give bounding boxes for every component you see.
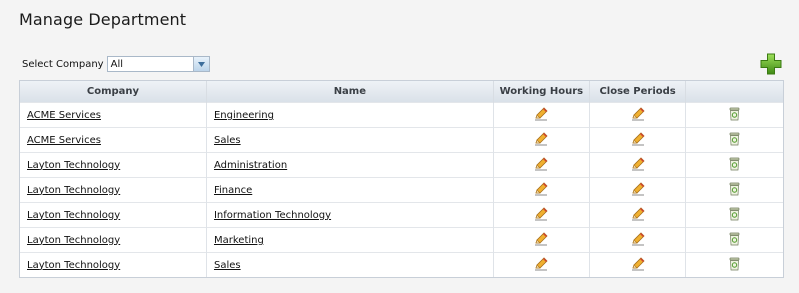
company-cell: Layton Technology xyxy=(20,252,207,277)
close-periods-cell xyxy=(589,202,687,228)
working-hours-cell xyxy=(493,227,590,253)
department-name-link[interactable]: Sales xyxy=(214,135,241,146)
actions-cell xyxy=(685,202,783,228)
company-link[interactable]: Layton Technology xyxy=(27,185,120,196)
company-filter: Select Company All xyxy=(22,56,210,72)
company-link[interactable]: ACME Services xyxy=(27,110,101,121)
working-hours-cell xyxy=(493,177,590,203)
add-plus-icon xyxy=(760,53,782,75)
table-row: ACME Services Sales xyxy=(20,127,783,153)
header-actions xyxy=(686,81,783,103)
edit-close-periods-icon[interactable] xyxy=(631,106,645,124)
department-name-link[interactable]: Information Technology xyxy=(214,210,331,221)
actions-cell xyxy=(685,152,783,178)
actions-cell xyxy=(685,102,783,128)
delete-trash-icon[interactable] xyxy=(729,232,740,249)
delete-trash-icon[interactable] xyxy=(729,157,740,174)
edit-close-periods-icon[interactable] xyxy=(631,231,645,249)
name-cell: Marketing xyxy=(206,227,494,253)
working-hours-cell xyxy=(493,152,590,178)
edit-working-hours-icon[interactable] xyxy=(534,231,548,249)
company-cell: Layton Technology xyxy=(20,227,207,253)
name-cell: Finance xyxy=(206,177,494,203)
actions-cell xyxy=(685,127,783,153)
header-company[interactable]: Company xyxy=(20,81,207,103)
select-company-label: Select Company xyxy=(22,58,104,70)
edit-close-periods-icon[interactable] xyxy=(631,206,645,224)
header-name[interactable]: Name xyxy=(206,81,494,103)
close-periods-cell xyxy=(589,177,687,203)
edit-close-periods-icon[interactable] xyxy=(631,256,645,274)
working-hours-cell xyxy=(493,252,590,277)
edit-close-periods-icon[interactable] xyxy=(631,131,645,149)
working-hours-cell xyxy=(493,127,590,153)
close-periods-cell xyxy=(589,127,687,153)
company-cell: Layton Technology xyxy=(20,202,207,228)
edit-working-hours-icon[interactable] xyxy=(534,256,548,274)
company-select[interactable]: All xyxy=(106,56,210,72)
department-name-link[interactable]: Marketing xyxy=(214,235,264,246)
edit-working-hours-icon[interactable] xyxy=(534,181,548,199)
company-link[interactable]: Layton Technology xyxy=(27,210,120,221)
grid-header-row: Company Name Working Hours Close Periods xyxy=(20,81,783,103)
actions-cell xyxy=(685,252,783,277)
name-cell: Information Technology xyxy=(206,202,494,228)
company-link[interactable]: ACME Services xyxy=(27,135,101,146)
company-cell: Layton Technology xyxy=(20,177,207,203)
department-name-link[interactable]: Engineering xyxy=(214,110,274,121)
close-periods-cell xyxy=(589,227,687,253)
table-row: Layton Technology Finance xyxy=(20,177,783,203)
add-department-button[interactable] xyxy=(760,53,782,75)
edit-working-hours-icon[interactable] xyxy=(534,106,548,124)
table-row: Layton Technology Sales xyxy=(20,252,783,277)
name-cell: Engineering xyxy=(206,102,494,128)
department-name-link[interactable]: Administration xyxy=(214,160,287,171)
name-cell: Sales xyxy=(206,252,494,277)
company-select-value: All xyxy=(110,58,124,70)
department-name-link[interactable]: Finance xyxy=(214,185,252,196)
department-grid: Company Name Working Hours Close Periods… xyxy=(19,80,784,278)
edit-close-periods-icon[interactable] xyxy=(631,181,645,199)
company-cell: Layton Technology xyxy=(20,152,207,178)
header-working-hours: Working Hours xyxy=(493,81,590,103)
close-periods-cell xyxy=(589,102,687,128)
department-name-link[interactable]: Sales xyxy=(214,260,241,271)
edit-close-periods-icon[interactable] xyxy=(631,156,645,174)
delete-trash-icon[interactable] xyxy=(729,107,740,124)
close-periods-cell xyxy=(589,252,687,277)
close-periods-cell xyxy=(589,152,687,178)
table-row: ACME Services Engineering xyxy=(20,102,783,128)
table-row: Layton Technology Marketing xyxy=(20,227,783,253)
actions-cell xyxy=(685,177,783,203)
delete-trash-icon[interactable] xyxy=(729,207,740,224)
edit-working-hours-icon[interactable] xyxy=(534,156,548,174)
company-cell: ACME Services xyxy=(20,102,207,128)
name-cell: Administration xyxy=(206,152,494,178)
company-link[interactable]: Layton Technology xyxy=(27,260,120,271)
edit-working-hours-icon[interactable] xyxy=(534,206,548,224)
table-row: Layton Technology Information Technology xyxy=(20,202,783,228)
delete-trash-icon[interactable] xyxy=(729,182,740,199)
company-link[interactable]: Layton Technology xyxy=(27,235,120,246)
delete-trash-icon[interactable] xyxy=(729,257,740,274)
table-row: Layton Technology Administration xyxy=(20,152,783,178)
company-cell: ACME Services xyxy=(20,127,207,153)
working-hours-cell xyxy=(493,202,590,228)
actions-cell xyxy=(685,227,783,253)
page-title: Manage Department xyxy=(19,10,187,29)
company-link[interactable]: Layton Technology xyxy=(27,160,120,171)
header-close-periods: Close Periods xyxy=(589,81,687,103)
name-cell: Sales xyxy=(206,127,494,153)
dropdown-arrow-icon[interactable] xyxy=(192,57,209,71)
delete-trash-icon[interactable] xyxy=(729,132,740,149)
working-hours-cell xyxy=(493,102,590,128)
edit-working-hours-icon[interactable] xyxy=(534,131,548,149)
